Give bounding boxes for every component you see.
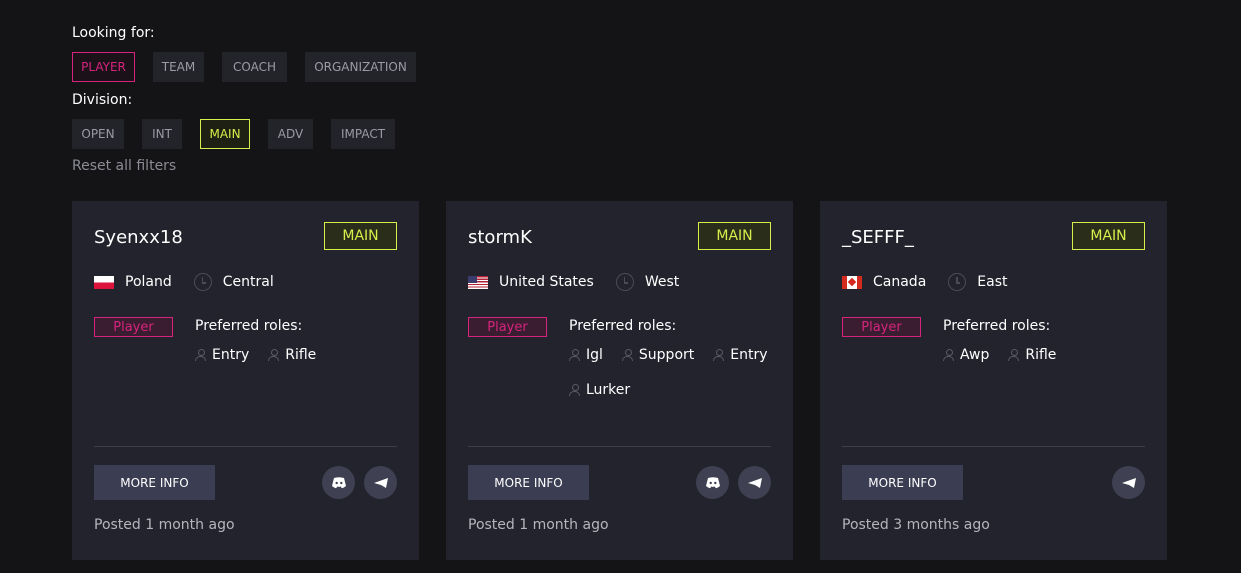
role-item: Lurker: [569, 380, 630, 400]
role-item: Entry: [195, 345, 249, 365]
person-icon: [569, 384, 580, 396]
roles-list: Igl Support Entry Lurker: [550, 345, 770, 415]
role-label: Rifle: [1025, 347, 1057, 363]
role-label: Rifle: [285, 347, 317, 363]
type-badge: Player: [842, 317, 921, 337]
chip-int[interactable]: INT: [142, 119, 182, 149]
timezone: East: [977, 274, 1008, 290]
role-label: Lurker: [586, 382, 631, 398]
chip-player[interactable]: PLAYER: [72, 52, 135, 82]
location-row: United States West: [468, 273, 679, 291]
roles-list: Entry Rifle: [176, 345, 396, 380]
preferred-roles-label: Preferred roles:: [569, 318, 677, 334]
type-badge: Player: [468, 317, 547, 337]
role-label: Entry: [730, 347, 768, 363]
role-item: Entry: [713, 345, 768, 365]
more-info-button[interactable]: MORE INFO: [468, 465, 589, 500]
division-chips: OPEN INT MAIN ADV IMPACT: [72, 119, 395, 149]
role-item: Awp: [943, 345, 989, 365]
person-icon: [713, 349, 725, 361]
division-label: Division:: [72, 92, 133, 108]
country: United States: [499, 274, 594, 290]
posted-time: Posted 1 month ago: [468, 517, 609, 533]
person-icon: [621, 349, 633, 361]
preferred-roles-label: Preferred roles:: [943, 318, 1051, 334]
person-icon: [195, 349, 206, 361]
player-card: stormK MAIN United States West Player Pr…: [446, 201, 793, 560]
telegram-icon[interactable]: [738, 466, 771, 499]
role-item: Igl: [569, 345, 603, 365]
divider: [842, 446, 1145, 447]
clock-icon: [193, 273, 212, 291]
reset-filters-link[interactable]: Reset all filters: [72, 158, 176, 174]
player-card: Syenxx18 MAIN Poland Central Player Pref…: [72, 201, 419, 560]
chip-coach[interactable]: COACH: [222, 52, 287, 82]
chip-organization[interactable]: ORGANIZATION: [305, 52, 416, 82]
us-flag-icon: [468, 275, 488, 289]
role-label: Entry: [212, 347, 250, 363]
more-info-button[interactable]: MORE INFO: [94, 465, 215, 500]
timezone: West: [644, 274, 680, 290]
timezone: Central: [222, 274, 274, 290]
person-icon: [268, 349, 280, 361]
country: Canada: [873, 274, 927, 290]
discord-icon[interactable]: [322, 466, 355, 499]
chip-adv[interactable]: ADV: [268, 119, 313, 149]
clock-icon: [615, 273, 634, 291]
player-name: _SEFFF_: [842, 227, 914, 248]
role-label: Igl: [586, 347, 603, 363]
divider: [94, 446, 397, 447]
divider: [468, 446, 771, 447]
person-icon: [943, 349, 954, 361]
role-item: Rifle: [268, 345, 316, 365]
player-name: stormK: [468, 227, 532, 248]
location-row: Poland Central: [94, 273, 274, 291]
telegram-icon[interactable]: [1112, 466, 1145, 499]
looking-for-chips: PLAYER TEAM COACH ORGANIZATION: [72, 52, 416, 82]
division-badge: MAIN: [324, 222, 397, 250]
canada-flag-icon: [842, 275, 862, 289]
posted-time: Posted 3 months ago: [842, 517, 990, 533]
chip-main[interactable]: MAIN: [200, 119, 250, 149]
posted-time: Posted 1 month ago: [94, 517, 235, 533]
role-label: Awp: [960, 347, 990, 363]
discord-icon[interactable]: [696, 466, 729, 499]
division-badge: MAIN: [1072, 222, 1145, 250]
player-name: Syenxx18: [94, 227, 183, 248]
chip-open[interactable]: OPEN: [72, 119, 124, 149]
telegram-icon[interactable]: [364, 466, 397, 499]
person-icon: [569, 349, 580, 361]
location-row: Canada East: [842, 273, 1008, 291]
role-item: Support: [621, 345, 695, 365]
preferred-roles-label: Preferred roles:: [195, 318, 303, 334]
role-label: Support: [638, 347, 695, 363]
poland-flag-icon: [94, 275, 114, 289]
clock-icon: [948, 273, 967, 291]
country: Poland: [125, 274, 172, 290]
type-badge: Player: [94, 317, 173, 337]
division-badge: MAIN: [698, 222, 771, 250]
looking-for-label: Looking for:: [72, 25, 155, 41]
role-item: Rifle: [1008, 345, 1056, 365]
chip-team[interactable]: TEAM: [153, 52, 204, 82]
player-card: _SEFFF_ MAIN Canada East Player Preferre…: [820, 201, 1167, 560]
more-info-button[interactable]: MORE INFO: [842, 465, 963, 500]
person-icon: [1008, 349, 1020, 361]
chip-impact[interactable]: IMPACT: [331, 119, 395, 149]
roles-list: Awp Rifle: [924, 345, 1144, 380]
